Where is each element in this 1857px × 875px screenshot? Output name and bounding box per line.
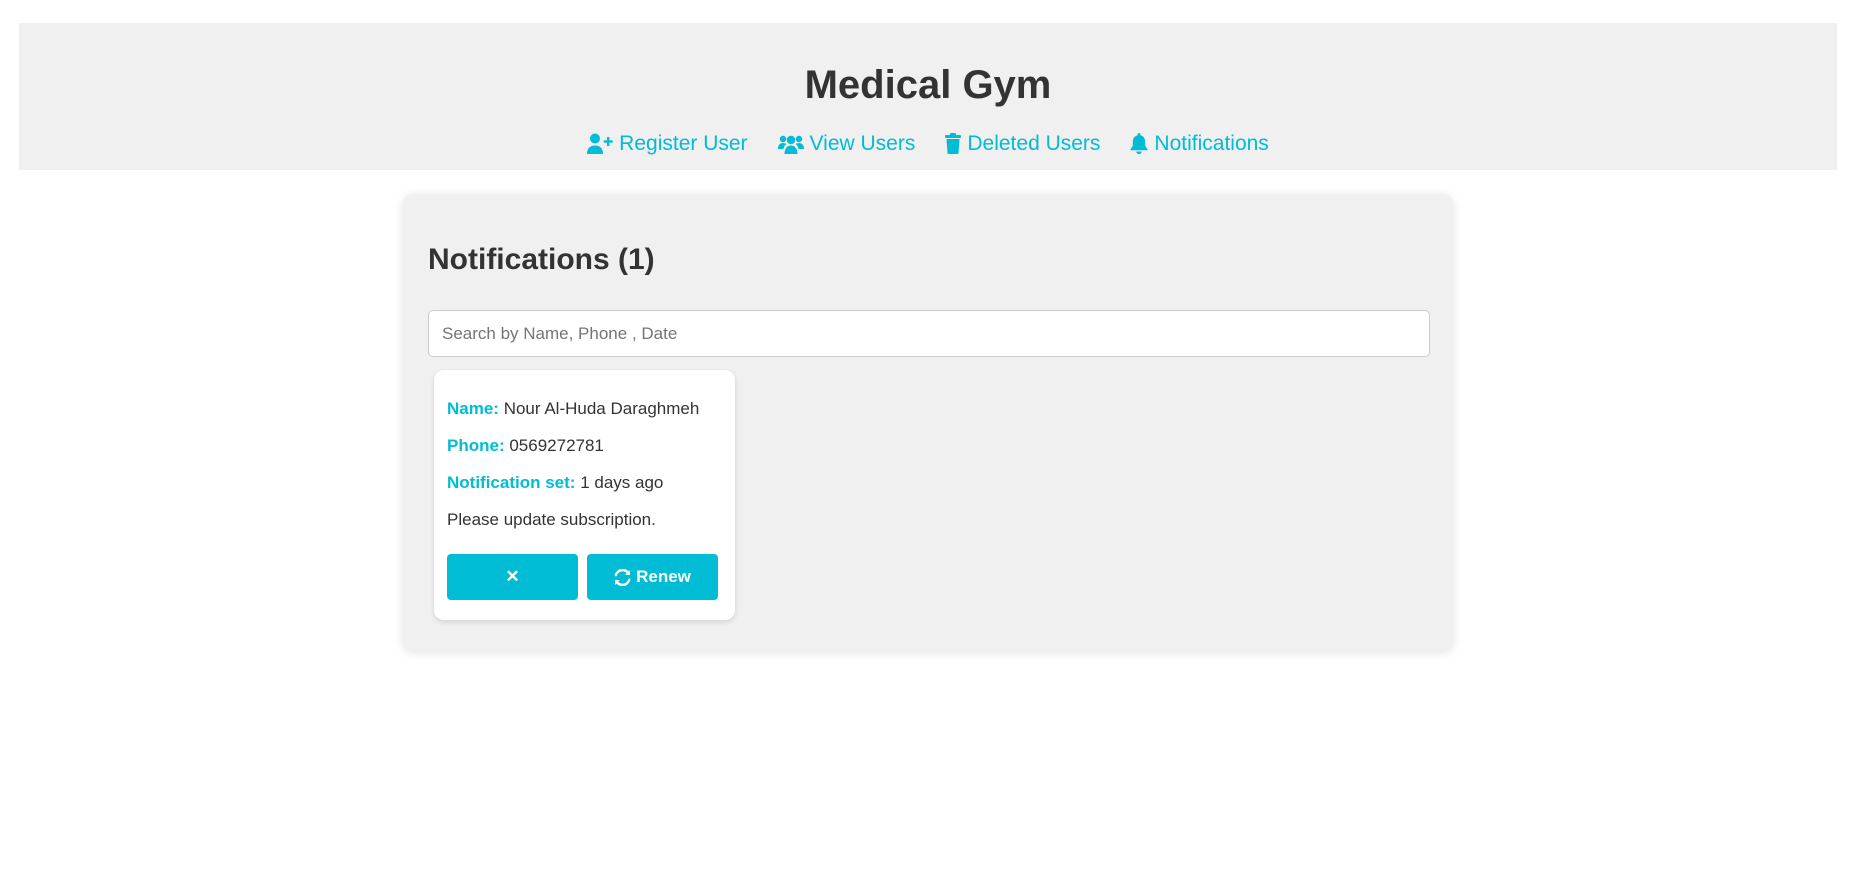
phone-label: Phone:: [447, 436, 505, 455]
notification-card: Name: Nour Al-Huda Daraghmeh Phone: 0569…: [434, 370, 735, 620]
nav-register-user-label: Register User: [619, 132, 748, 155]
app-title: Medical Gym: [804, 63, 1052, 107]
name-field: Name: Nour Al-Huda Daraghmeh: [447, 399, 699, 419]
nav-register-user[interactable]: Register User: [587, 131, 748, 156]
notification-set-value: 1 days ago: [580, 473, 664, 492]
refresh-icon: [614, 568, 631, 586]
bell-icon: [1130, 133, 1149, 155]
name-value: Nour Al-Huda Daraghmeh: [503, 399, 700, 418]
renew-button[interactable]: Renew: [587, 554, 718, 600]
nav-view-users[interactable]: View Users: [777, 131, 916, 156]
phone-value: 0569272781: [509, 436, 604, 455]
notification-set-field: Notification set: 1 days ago: [447, 473, 663, 493]
user-plus-icon: [587, 133, 613, 155]
nav-deleted-users[interactable]: Deleted Users: [945, 131, 1100, 156]
header: Medical Gym Register User View Users Del…: [19, 23, 1837, 170]
nav-view-users-label: View Users: [809, 132, 916, 155]
page-title: Notifications (1): [428, 243, 655, 276]
dismiss-button[interactable]: ✕: [447, 554, 578, 600]
phone-field: Phone: 0569272781: [447, 436, 604, 456]
close-icon: ✕: [505, 567, 520, 586]
notifications-panel: Notifications (1) Name: Nour Al-Huda Dar…: [403, 194, 1453, 650]
renew-button-label: Renew: [636, 567, 691, 586]
search-input[interactable]: [428, 310, 1430, 357]
main-nav: Register User View Users Deleted Users N…: [19, 131, 1837, 156]
message-text: Please update subscription.: [447, 510, 656, 529]
users-icon: [777, 135, 804, 154]
nav-notifications[interactable]: Notifications: [1130, 131, 1269, 156]
nav-deleted-users-label: Deleted Users: [967, 132, 1101, 155]
notification-message: Please update subscription.: [447, 510, 656, 530]
nav-notifications-label: Notifications: [1154, 132, 1269, 155]
notification-set-label: Notification set:: [447, 473, 576, 492]
name-label: Name:: [447, 399, 499, 418]
trash-icon: [945, 133, 962, 155]
